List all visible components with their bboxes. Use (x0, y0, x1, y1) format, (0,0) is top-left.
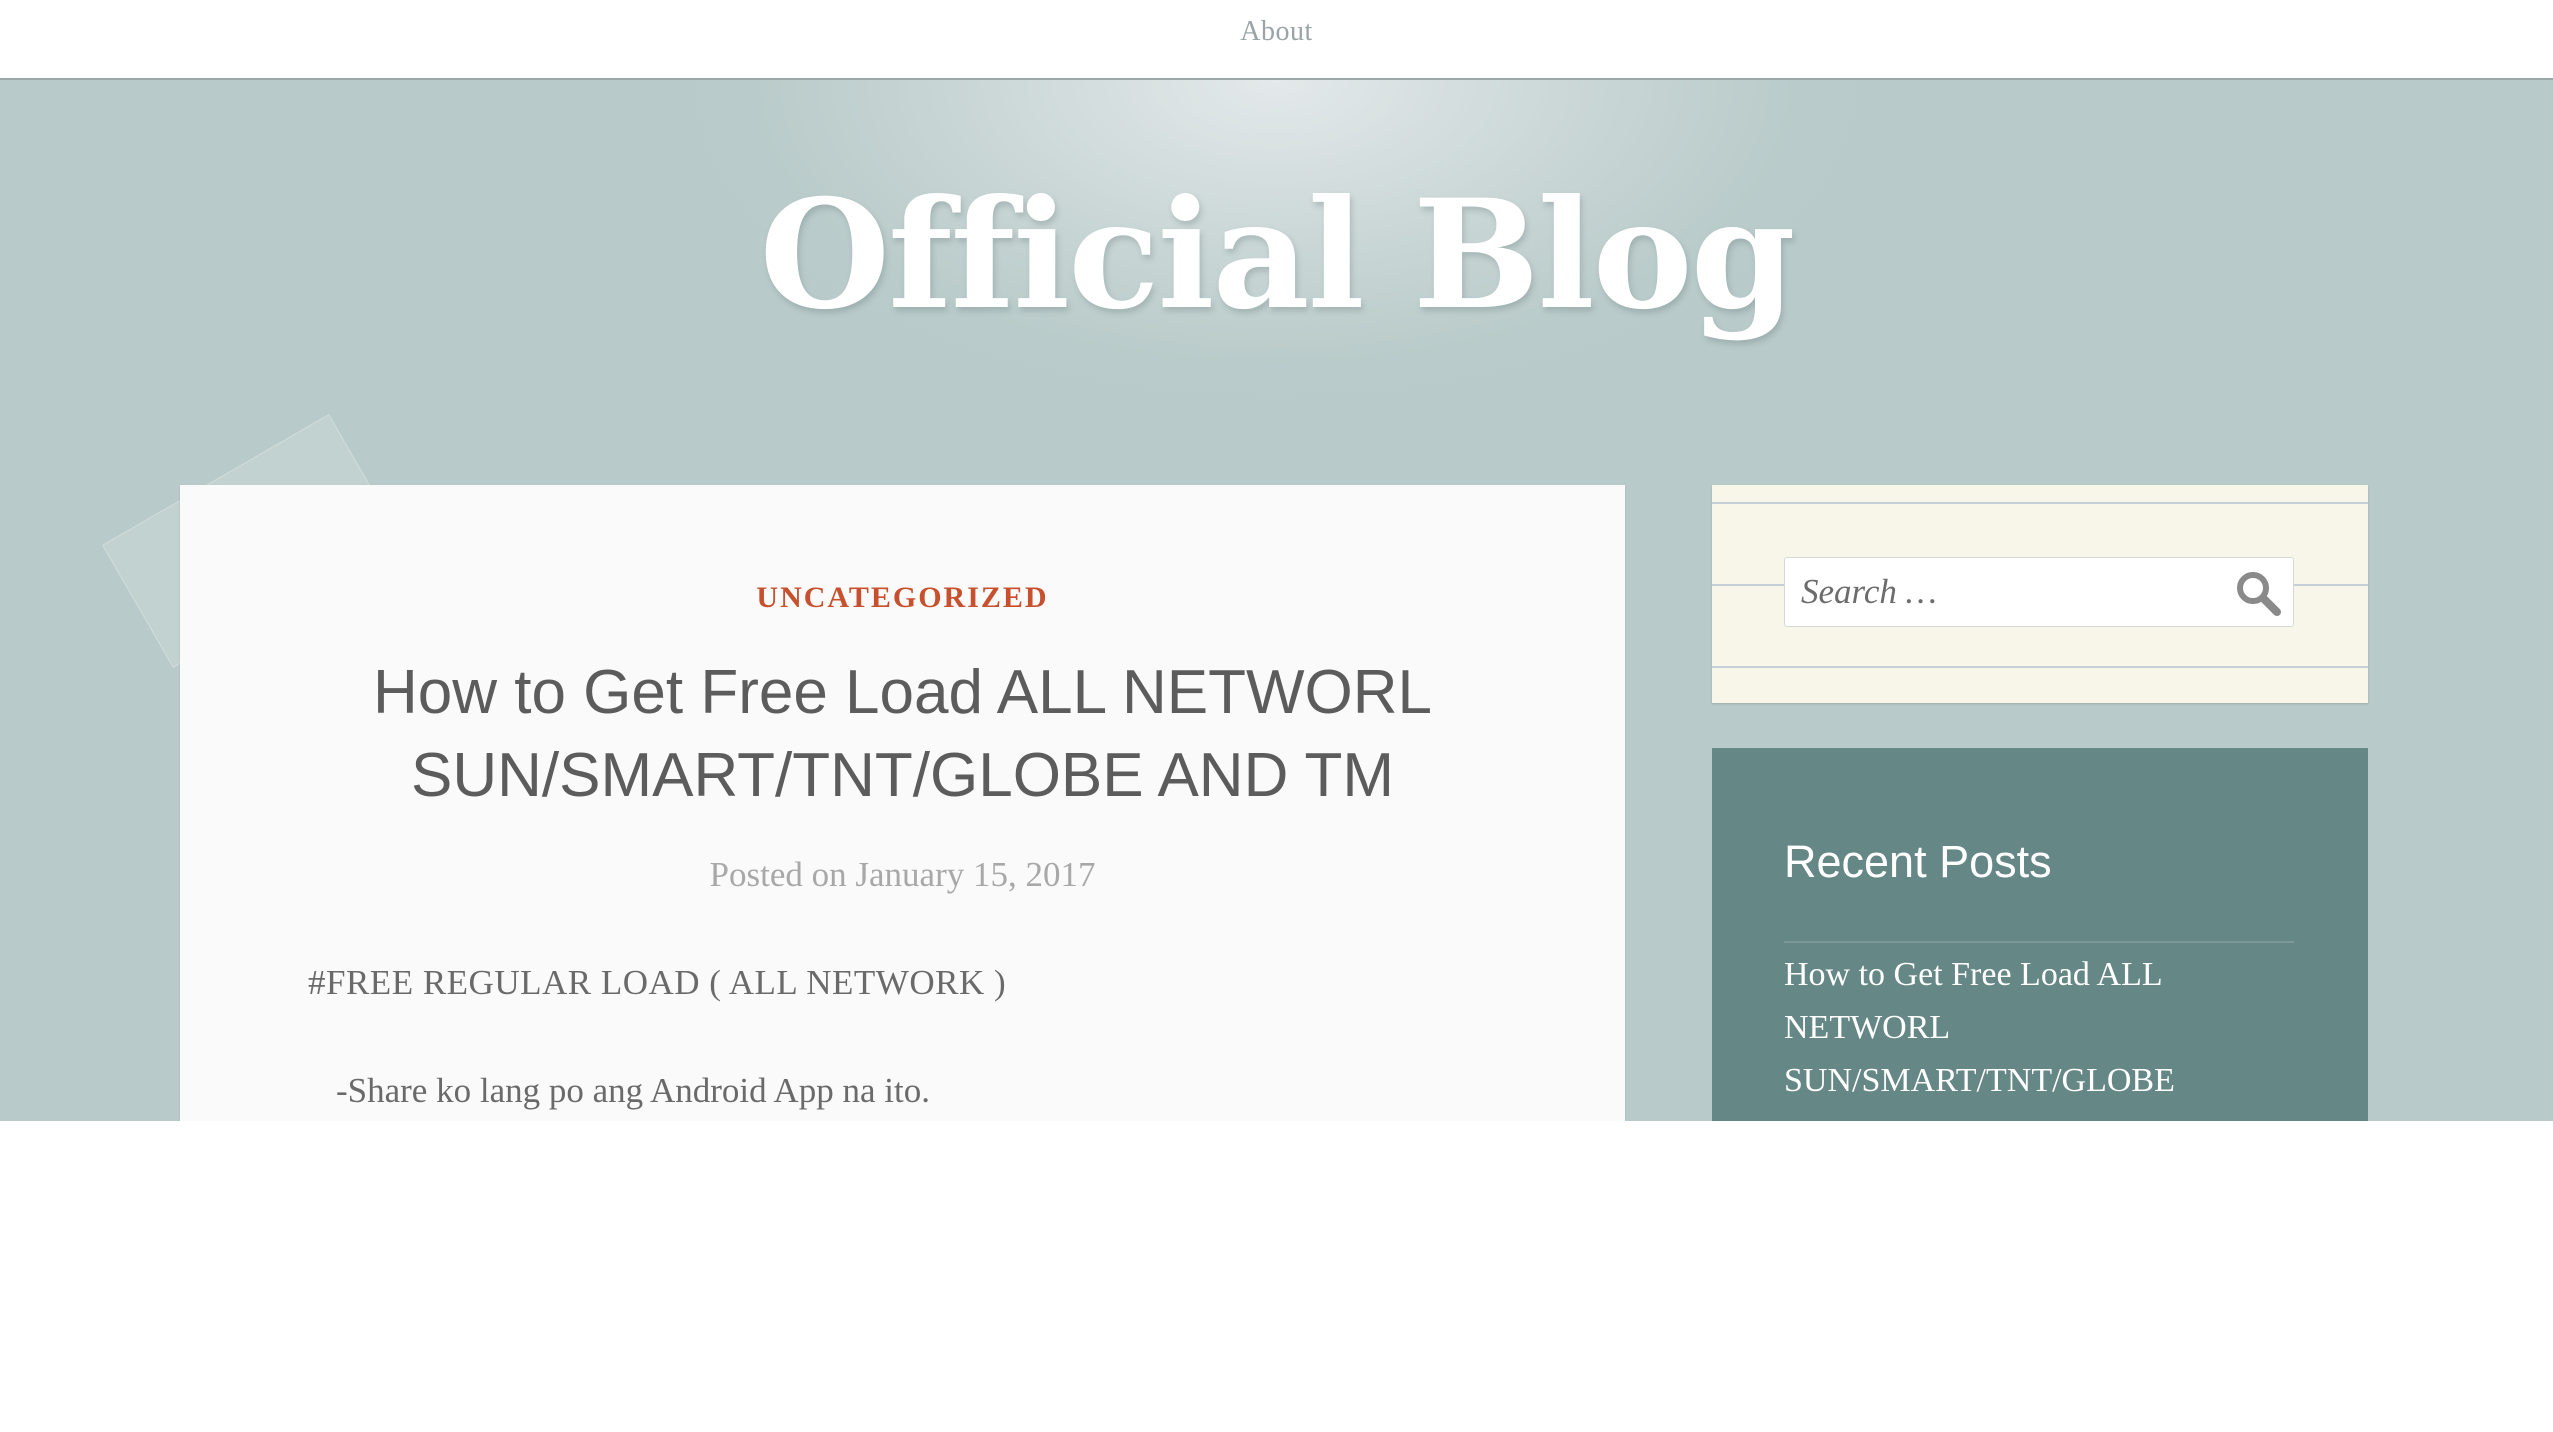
recent-post-link[interactable]: How to Get Free Load ALL NETWORL SUN/SMA… (1784, 948, 2294, 1107)
recent-posts-widget: Recent Posts How to Get Free Load ALL NE… (1712, 748, 2368, 1121)
post-content-line: -Share ko lang po ang Android App na ito… (336, 1071, 930, 1110)
posted-on-label: Posted on (709, 855, 847, 894)
divider (1784, 941, 2294, 943)
post-content-line: #FREE REGULAR LOAD ( ALL NETWORK ) (308, 963, 1007, 1002)
post-title[interactable]: How to Get Free Load ALL NETWORL SUN/SMA… (280, 651, 1525, 817)
post-meta: Posted on January 15, 2017 (180, 855, 1625, 895)
page: About Official Blog UNCATEGORIZED How to… (0, 0, 2553, 1432)
site-title[interactable]: Official Blog (0, 180, 2553, 330)
search-widget (1712, 485, 2368, 703)
post-date-link[interactable]: January 15, 2017 (855, 855, 1095, 894)
search-form (1784, 557, 2294, 627)
search-icon[interactable] (2233, 568, 2285, 618)
top-navigation: About (0, 0, 2553, 80)
search-input[interactable] (1785, 558, 2225, 626)
recent-posts-title: Recent Posts (1784, 836, 2052, 887)
browser-viewport: About Official Blog UNCATEGORIZED How to… (0, 0, 2553, 1121)
post-category-link[interactable]: UNCATEGORIZED (180, 581, 1625, 615)
nav-link-about[interactable]: About (1240, 16, 1313, 48)
post-card: UNCATEGORIZED How to Get Free Load ALL N… (180, 485, 1625, 1121)
